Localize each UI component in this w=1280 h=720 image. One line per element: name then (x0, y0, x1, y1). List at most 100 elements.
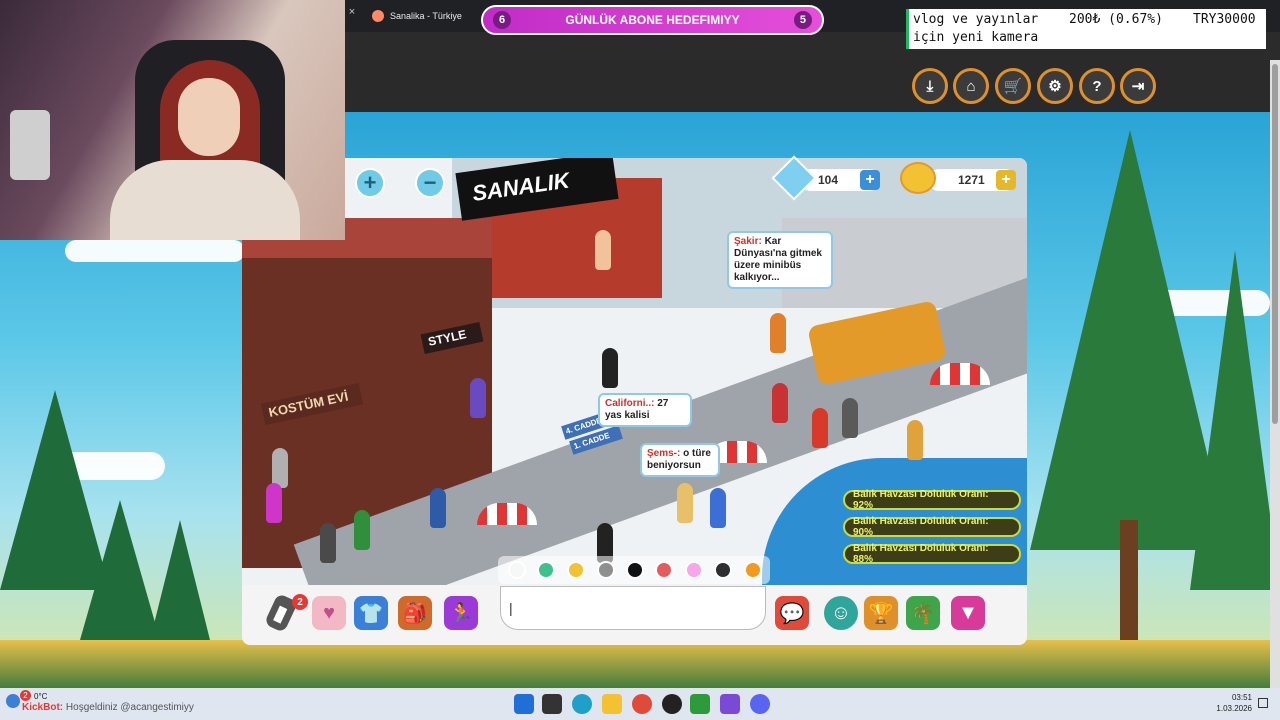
triangle-down-icon: ▼ (958, 601, 978, 624)
home-icon: ⌂ (966, 77, 976, 95)
color-swatch[interactable] (714, 561, 732, 579)
gear-icon: ⚙ (1048, 78, 1062, 95)
ground (0, 640, 1270, 690)
emoji-button[interactable]: ☺ (824, 596, 858, 630)
avatar[interactable] (354, 510, 370, 550)
pine-tree (1190, 250, 1280, 590)
avatar[interactable] (772, 383, 788, 423)
color-swatch[interactable] (685, 561, 703, 579)
avatar[interactable] (430, 488, 446, 528)
tumbler-cup (10, 110, 50, 180)
file-explorer-icon[interactable] (602, 694, 622, 714)
windows-start-icon[interactable] (514, 694, 534, 714)
inventory-button[interactable]: 🎒 (398, 596, 432, 630)
system-clock[interactable]: 03:51 1.03.2026 (1212, 692, 1252, 714)
island-button[interactable]: 🌴 (906, 596, 940, 630)
discord-icon[interactable] (750, 694, 770, 714)
color-swatch[interactable] (626, 561, 644, 579)
donation-goal-widget: vlog ve yayınlar için yeni kamera 200₺ (… (906, 9, 1266, 49)
weather-temp: 0°C (34, 692, 48, 701)
shirt-icon: 👕 (358, 602, 384, 625)
trophy-icon: 🏆 (868, 602, 894, 625)
zoom-out-button[interactable]: − (415, 168, 445, 198)
avatar[interactable] (907, 420, 923, 460)
avatar[interactable] (272, 448, 288, 488)
color-swatch[interactable] (655, 561, 673, 579)
donation-amount: 200₺ (0.67%) (1069, 12, 1163, 27)
beach-umbrella (477, 503, 537, 525)
avatar[interactable] (602, 348, 618, 388)
plus-icon: + (1001, 171, 1011, 188)
fishing-notice: Balık Havzası Doluluk Oranı: 90% (843, 516, 1021, 538)
home-button[interactable]: ⌂ (953, 68, 989, 104)
buy-coins-button[interactable]: + (996, 170, 1016, 190)
cloud (65, 240, 245, 262)
avatar[interactable] (842, 398, 858, 438)
task-view-icon[interactable] (542, 694, 562, 714)
dance-button[interactable]: 🏃 (444, 596, 478, 630)
goal-current: 6 (493, 11, 511, 29)
trophy-button[interactable]: 🏆 (864, 596, 898, 630)
tab-close-icon[interactable]: × (346, 6, 358, 18)
color-swatch[interactable] (597, 561, 615, 579)
help-button[interactable]: ? (1079, 68, 1115, 104)
zoom-out-icon: − (423, 170, 437, 195)
kick-icon[interactable] (690, 694, 710, 714)
color-swatch[interactable] (567, 561, 585, 579)
chat-bubbles-button[interactable]: 💬 (775, 596, 809, 630)
cart-button[interactable]: 🛒 (995, 68, 1031, 104)
obs-icon[interactable] (662, 694, 682, 714)
logout-button[interactable]: ⇥ (1120, 68, 1156, 104)
avatar[interactable] (770, 313, 786, 353)
bubble-author: Şems-: (647, 448, 681, 459)
donation-target: TRY30000 (1193, 12, 1256, 27)
color-swatch[interactable] (744, 561, 762, 579)
color-swatch[interactable] (537, 561, 555, 579)
friends-button[interactable]: ♥ (312, 596, 346, 630)
subscriber-goal-banner: 6 GÜNLÜK ABONE HEDEFIMIYY 5 (481, 5, 824, 35)
avatar[interactable] (470, 378, 486, 418)
goal-title: GÜNLÜK ABONE HEDEFIMIYY (565, 13, 740, 27)
chrome-icon[interactable] (632, 694, 652, 714)
avatar[interactable] (595, 230, 611, 270)
menu-toggle-button[interactable]: ▼ (951, 596, 985, 630)
help-icon: ? (1092, 77, 1102, 95)
chat-input[interactable] (500, 586, 766, 630)
pine-tree (80, 500, 160, 640)
download-button[interactable]: ⤓ (912, 68, 948, 104)
zoom-in-button[interactable]: + (355, 168, 385, 198)
app-icon[interactable] (720, 694, 740, 714)
coin-count: 1271 (958, 173, 985, 187)
color-swatch[interactable] (508, 561, 526, 579)
bubble-author: Şakir: (734, 236, 762, 247)
browser-tab[interactable]: Sanalika - Türkiye (360, 4, 478, 28)
chat-bubble: Şakir: Kar Dünyası'na gitmek üzere minib… (727, 231, 833, 289)
avatar[interactable] (710, 488, 726, 528)
avatar[interactable] (266, 483, 282, 523)
speech-bubble-icon: 💬 (779, 602, 805, 625)
buy-diamonds-button[interactable]: + (860, 170, 880, 190)
chat-bubble: Californi..: 27 yas kalisi (598, 393, 692, 427)
sanalika-favicon-icon (372, 10, 384, 22)
fishing-notice: Balık Havzası Doluluk Oranı: 88% (843, 543, 1021, 565)
edge-icon[interactable] (572, 694, 592, 714)
fishing-notice: Balık Havzası Doluluk Oranı: 92% (843, 489, 1021, 511)
diamond-count: 104 (818, 173, 839, 187)
clock-time: 03:51 (1231, 693, 1252, 702)
avatar[interactable] (812, 408, 828, 448)
weather-icon[interactable] (6, 694, 20, 708)
ticker-name: KickBot: (22, 702, 64, 713)
webcam-overlay (0, 0, 345, 240)
download-icon: ⤓ (926, 77, 934, 95)
goal-target: 5 (793, 11, 812, 29)
phone-notification-badge: 2 (292, 594, 308, 610)
phone-icon: ▮ (271, 601, 291, 626)
scrollbar-thumb[interactable] (1272, 64, 1278, 424)
avatar[interactable] (677, 483, 693, 523)
settings-button[interactable]: ⚙ (1037, 68, 1073, 104)
wardrobe-button[interactable]: 👕 (354, 596, 388, 630)
notifications-icon[interactable] (1258, 698, 1268, 708)
avatar[interactable] (320, 523, 336, 563)
backpack-icon: 🎒 (402, 602, 428, 625)
streamer-face (178, 78, 240, 156)
